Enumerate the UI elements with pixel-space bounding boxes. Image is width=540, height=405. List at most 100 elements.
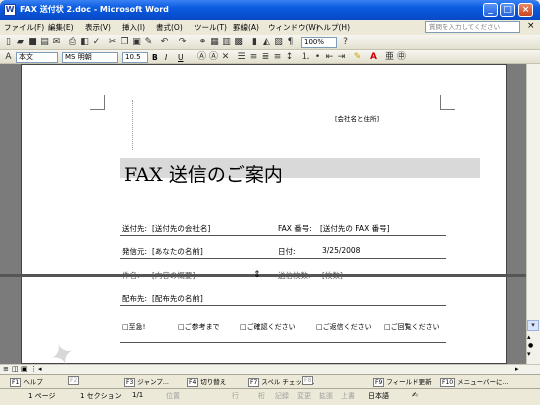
document-close-icon[interactable]: × [527, 21, 535, 31]
show-hide-icon[interactable]: ¶ [285, 37, 296, 48]
menu-tools[interactable]: ツール(T) [194, 22, 227, 33]
numbering-icon[interactable]: ⒈ [300, 52, 311, 63]
paste-icon[interactable]: ▣ [131, 37, 142, 48]
status-ovr[interactable]: 上書 [341, 391, 355, 401]
company-address[interactable]: [会社名と住所] [335, 113, 379, 123]
status-trk[interactable]: 変更 [297, 391, 311, 401]
browse-object-icon[interactable]: ● [528, 342, 533, 349]
bullets-icon[interactable]: • [312, 52, 323, 63]
line-spacing-icon[interactable]: ↕ [284, 52, 295, 63]
checkbox-for-reference[interactable]: □ご参考まで [178, 322, 220, 332]
fkey-f8[interactable]: F8 [302, 376, 315, 385]
outline-view-icon[interactable]: ⋮ [30, 365, 37, 373]
font-color-icon[interactable]: A [368, 52, 379, 63]
hyperlink-icon[interactable]: ⚭ [197, 37, 208, 48]
char-scale-icon[interactable]: ✕ [220, 52, 231, 63]
status-language: 日本語 [368, 392, 389, 400]
font-size-select[interactable]: 10.5 [122, 52, 148, 63]
menu-format[interactable]: 書式(O) [156, 22, 183, 33]
checkbox-please-reply[interactable]: □ご返信ください [316, 322, 372, 332]
normal-view-icon[interactable]: ≡ [3, 365, 9, 373]
char-shading-icon[interactable]: Ⓐ [208, 52, 219, 63]
insert-excel-icon[interactable]: ▩ [233, 37, 244, 48]
scroll-down-icon[interactable]: ▾ [527, 320, 539, 331]
permission-icon[interactable]: ▤ [39, 37, 50, 48]
bold-button[interactable]: B [152, 53, 158, 62]
increase-indent-icon[interactable]: ⇥ [336, 52, 347, 63]
enclosed-char-icon[interactable]: ㊥ [396, 52, 407, 63]
menu-help[interactable]: ヘルプ(H) [316, 22, 350, 33]
menu-table[interactable]: 罫線(A) [233, 22, 259, 33]
cut-icon[interactable]: ✂ [107, 37, 118, 48]
distributed-icon[interactable]: ≡ [272, 52, 283, 63]
drawing-icon[interactable]: ◭ [261, 37, 272, 48]
styles-icon[interactable]: A [3, 52, 14, 63]
fkey-help[interactable]: F1 ヘルプ [10, 376, 43, 387]
undo-icon[interactable]: ↶ [159, 37, 170, 48]
fkey-f2[interactable]: F2 [68, 376, 81, 385]
print-icon[interactable]: ⎙ [67, 37, 78, 48]
phonetic-guide-icon[interactable]: 亜 [384, 52, 395, 63]
window-split-bar[interactable] [0, 274, 526, 277]
menu-window[interactable]: ウィンドウ(W) [268, 22, 319, 33]
align-right-icon[interactable]: ≣ [260, 52, 271, 63]
print-view-icon[interactable]: ▣ [21, 365, 28, 373]
tables-borders-icon[interactable]: ▦ [209, 37, 220, 48]
word-app-icon[interactable]: W [4, 4, 16, 16]
prev-page-icon[interactable]: ▴ [527, 333, 531, 341]
minimize-button[interactable]: _ [483, 3, 498, 17]
highlight-icon[interactable]: ✎ [352, 52, 363, 63]
fax-title[interactable]: FAX 送信のご案内 [124, 160, 283, 187]
from-field[interactable]: [あなたの名前] [152, 246, 203, 257]
spelling-icon[interactable]: ✓ [91, 37, 102, 48]
fkey-update-field[interactable]: F9 フィールド更新 [373, 376, 432, 387]
help-icon[interactable]: ? [340, 37, 351, 48]
open-icon[interactable]: ▰ [15, 37, 26, 48]
align-justify-icon[interactable]: ☰ [236, 52, 247, 63]
menu-insert[interactable]: 挿入(I) [122, 22, 145, 33]
insert-table-icon[interactable]: ▥ [221, 37, 232, 48]
font-select[interactable]: MS 明朝 [62, 52, 118, 63]
email-icon[interactable]: ✉ [51, 37, 62, 48]
horizontal-scrollbar[interactable] [0, 364, 540, 374]
align-center-icon[interactable]: ≡ [248, 52, 259, 63]
document-map-icon[interactable]: ▧ [273, 37, 284, 48]
style-select[interactable]: 本文 [16, 52, 58, 63]
print-preview-icon[interactable]: ◧ [79, 37, 90, 48]
fkey-menubar[interactable]: F10 メニューバーに... [440, 376, 509, 387]
help-search-input[interactable]: 質問を入力してください [425, 21, 520, 33]
scroll-right-icon[interactable]: ▸ [515, 365, 519, 373]
vertical-scrollbar[interactable] [526, 64, 540, 364]
checkbox-urgent[interactable]: □至急! [122, 322, 145, 332]
format-painter-icon[interactable]: ✎ [143, 37, 154, 48]
close-button[interactable]: × [518, 3, 533, 17]
menu-edit[interactable]: 編集(E) [48, 22, 74, 33]
menu-file[interactable]: ファイル(F) [4, 22, 44, 33]
columns-icon[interactable]: ▮ [249, 37, 260, 48]
new-document-icon[interactable]: ▯ [3, 37, 14, 48]
decrease-indent-icon[interactable]: ⇤ [324, 52, 335, 63]
char-border-icon[interactable]: Ⓐ [196, 52, 207, 63]
status-ext[interactable]: 拡張 [319, 391, 333, 401]
menu-view[interactable]: 表示(V) [85, 22, 111, 33]
fkey-jump[interactable]: F3 ジャンプ... [124, 376, 169, 387]
underline-button[interactable]: U [178, 53, 184, 62]
maximize-button[interactable]: □ [500, 3, 515, 17]
spelling-status-icon[interactable]: ✍ [412, 391, 418, 399]
zoom-select[interactable]: 100% [301, 37, 337, 48]
checkbox-please-circulate[interactable]: □ご回覧ください [384, 322, 440, 332]
status-rec[interactable]: 記録 [275, 391, 289, 401]
fkey-switch[interactable]: F4 切り替え [187, 376, 226, 387]
scroll-left-icon[interactable]: ◂ [38, 365, 42, 373]
copy-icon[interactable]: ❐ [119, 37, 130, 48]
save-icon[interactable]: ■ [27, 37, 38, 48]
italic-button[interactable]: I [165, 53, 167, 62]
cc-field[interactable]: [配布先の名前] [152, 293, 203, 304]
web-view-icon[interactable]: ◫ [12, 365, 19, 373]
checkbox-please-confirm[interactable]: □ご確認ください [240, 322, 296, 332]
fax-field[interactable]: [送付先の FAX 番号] [320, 223, 390, 234]
next-page-icon[interactable]: ▾ [527, 350, 531, 358]
redo-icon[interactable]: ↷ [177, 37, 188, 48]
to-field[interactable]: [送付先の会社名] [152, 223, 210, 234]
date-field[interactable]: 3/25/2008 [322, 246, 360, 255]
